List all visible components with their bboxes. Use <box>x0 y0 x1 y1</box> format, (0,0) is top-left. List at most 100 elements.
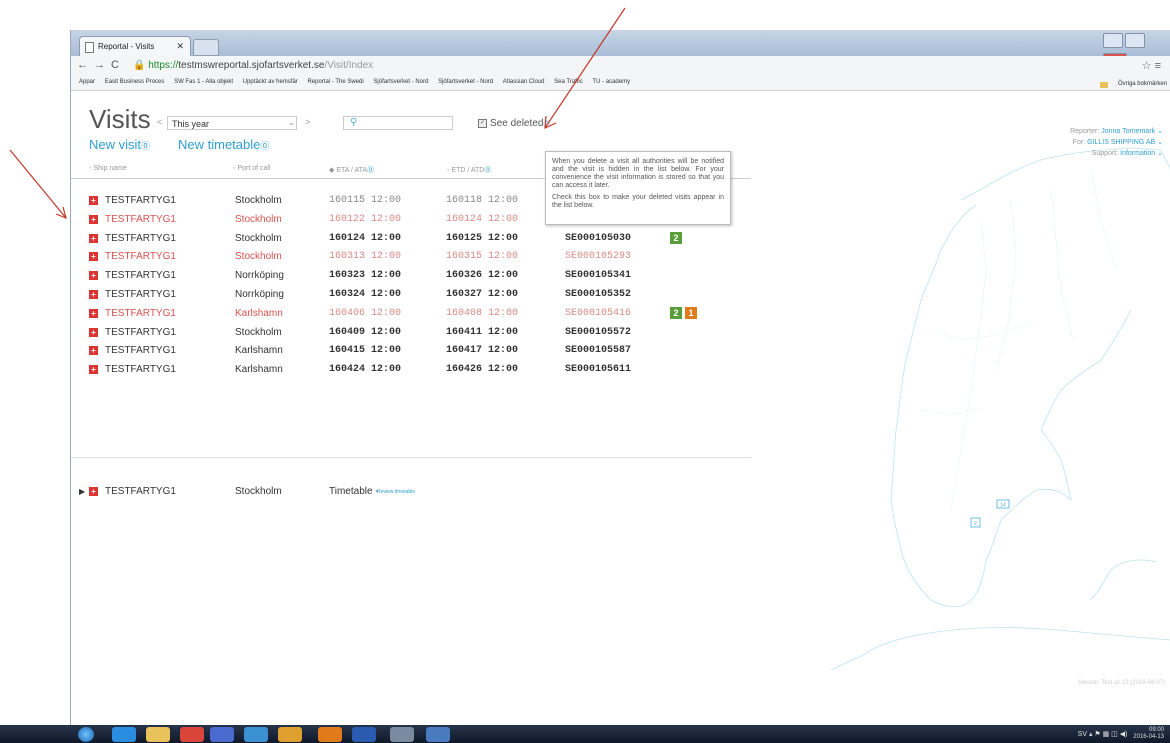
column-header-eta[interactable]: ◆ ETA / ATA⓪ <box>329 165 374 175</box>
tooltip-text: Check this box to make your deleted visi… <box>552 194 724 209</box>
word-icon[interactable] <box>352 727 376 742</box>
bookmark-item[interactable]: Atlassian Cloud <box>503 79 545 85</box>
new-tab-button[interactable] <box>193 39 219 56</box>
bookmark-item[interactable]: TU - academy <box>592 79 630 85</box>
cell-port: Karlshamn <box>235 364 283 376</box>
review-timetable-link[interactable]: Review timetable <box>377 489 415 495</box>
cell-ref: SE000105341 <box>565 270 632 282</box>
table-row[interactable]: + TESTFARTYG1 Norrköping 160324 12:00 160327… <box>87 287 727 305</box>
help-icon[interactable]: ⓪ <box>543 121 550 128</box>
bookmark-item[interactable]: Sea Traffic <box>554 79 583 85</box>
start-button-icon[interactable] <box>78 727 94 742</box>
next-period-icon[interactable]: > <box>305 117 310 127</box>
nav-buttons: ←→C <box>77 59 125 71</box>
column-header-ship[interactable]: ◦ Ship name <box>89 165 127 172</box>
swiss-flag-icon: + <box>89 487 98 496</box>
swiss-flag-icon: + <box>89 308 98 318</box>
search-input[interactable]: ⚲ <box>343 116 453 130</box>
map-marker-label: 2 <box>974 521 977 527</box>
cell-ship: TESTFARTYG1 <box>105 345 176 357</box>
close-tab-icon[interactable]: ✕ <box>176 41 184 52</box>
language-indicator[interactable]: SV <box>1078 731 1087 738</box>
annotation-arrow <box>9 149 67 219</box>
new-timetable-link[interactable]: New timetable⓪ <box>178 137 269 152</box>
chevron-down-icon: ⌄ <box>287 117 295 127</box>
cell-ref: SE000105416 <box>565 307 632 319</box>
prev-period-icon[interactable]: < <box>157 117 162 127</box>
table-row[interactable]: + TESTFARTYG1 Karlshamn 160415 12:00 160417 … <box>87 343 727 361</box>
status-badge[interactable]: 1 <box>685 306 697 319</box>
windows-taskbar: SV ▴ ⚑ ▦ ◫ ◀) 09:00 2016-04-13 <box>0 725 1170 743</box>
table-row[interactable]: + TESTFARTYG1 Norrköping 160323 12:00 160326… <box>87 268 727 286</box>
window-controls <box>1101 33 1165 68</box>
cell-eta: 160313 12:00 <box>329 251 402 263</box>
app-icon[interactable] <box>426 727 450 742</box>
swiss-flag-icon: + <box>89 365 98 375</box>
outlook-icon[interactable] <box>318 727 342 742</box>
table-row[interactable]: + TESTFARTYG1 Karlshamn 160406 12:00 160408 … <box>87 306 727 324</box>
support-menu[interactable]: Information <box>1120 150 1155 157</box>
table-row[interactable]: + TESTFARTYG1 Stockholm 160313 12:00 160315 … <box>87 249 727 267</box>
cell-port: Karlshamn <box>235 345 283 357</box>
status-badge[interactable]: 2 <box>670 231 682 244</box>
see-deleted-toggle[interactable]: ✓ See deleted⓪ <box>478 118 550 129</box>
organization-menu[interactable]: GILLIS SHIPPING AB <box>1087 139 1155 146</box>
back-icon[interactable]: ← <box>77 59 94 71</box>
account-info: Reporter: Jonna Tornemark ⌄ For: GILLIS … <box>1070 128 1163 157</box>
reload-icon[interactable]: C <box>111 59 125 71</box>
chrome-icon[interactable] <box>180 727 204 742</box>
bookmark-item[interactable]: SW Fas 1 - Alla objekt <box>174 79 233 85</box>
period-dropdown[interactable]: This year <box>167 116 297 130</box>
swiss-flag-icon: + <box>89 346 98 356</box>
see-deleted-checkbox[interactable]: ✓ <box>478 118 487 128</box>
cell-etd: 160327 12:00 <box>446 289 519 300</box>
app-icon[interactable] <box>390 727 414 742</box>
timetable-row[interactable]: ▶ + TESTFARTYG1 Stockholm Timetable - Re… <box>79 485 719 501</box>
cell-eta: 160406 12:00 <box>329 307 402 319</box>
app-icon[interactable] <box>278 727 302 742</box>
browser-tab[interactable]: Reportal - Visits ✕ <box>79 36 191 56</box>
swiss-flag-icon: + <box>89 327 98 337</box>
bookmark-item[interactable]: Sjöfartsverket - Nord <box>373 79 428 85</box>
reporter-menu[interactable]: Jonna Tornemark <box>1101 128 1155 135</box>
browser-window: Reportal - Visits ✕ ←→C 🔒 https://testms… <box>70 30 1170 725</box>
cell-eta: 160122 12:00 <box>329 213 402 225</box>
cell-eta: 160409 12:00 <box>329 326 402 338</box>
bookmark-item[interactable]: Easit Business Proces <box>105 79 165 85</box>
bookmark-item[interactable]: Upptäckt av hemsfär <box>243 79 298 85</box>
minimize-button[interactable] <box>1103 33 1123 48</box>
status-badge[interactable]: 2 <box>670 306 682 319</box>
explorer-icon[interactable] <box>146 727 170 742</box>
new-visit-link[interactable]: New visit⓪ <box>89 137 150 152</box>
map-marker-label: 14 <box>1000 503 1006 509</box>
ie-icon[interactable] <box>112 727 136 742</box>
app-icon[interactable] <box>210 727 234 742</box>
cell-port: Stockholm <box>235 326 282 338</box>
maximize-button[interactable] <box>1125 33 1145 48</box>
period-selector: < This year ⌄ > <box>157 116 317 132</box>
cell-ship: TESTFARTYG1 <box>105 289 176 300</box>
bookmark-star-icon[interactable]: ☆ ≡ <box>1142 59 1161 72</box>
table-row[interactable]: + TESTFARTYG1 Karlshamn 160424 12:00 160426 … <box>87 362 727 380</box>
bookmark-item[interactable]: Sjöfartsverket - Nord <box>438 79 493 85</box>
lync-icon[interactable] <box>244 727 268 742</box>
cell-port: Stockholm <box>235 213 282 225</box>
bookmark-item[interactable]: Appar <box>79 79 95 85</box>
cell-ref: SE000105293 <box>565 251 632 263</box>
table-row[interactable]: + TESTFARTYG1 Stockholm 160124 12:00 160125 … <box>87 231 727 249</box>
column-header-port[interactable]: ◦ Port of call <box>233 165 271 172</box>
swiss-flag-icon: + <box>89 196 98 205</box>
forward-icon[interactable]: → <box>94 59 111 71</box>
cell-eta: 160124 12:00 <box>329 232 402 244</box>
table-row[interactable]: + TESTFARTYG1 Stockholm 160409 12:00 160411 … <box>87 325 727 343</box>
swiss-flag-icon: + <box>89 271 98 281</box>
column-header-etd[interactable]: ◦ ETD / ATD⓪ <box>447 165 491 175</box>
cell-etd: 160411 12:00 <box>446 326 519 338</box>
expand-triangle-icon[interactable]: ▶ <box>79 487 85 496</box>
cell-etd: 160426 12:00 <box>446 364 519 376</box>
other-bookmarks[interactable]: Övriga bokmärken <box>1092 78 1167 88</box>
clock-time[interactable]: 09:00 <box>1149 727 1164 733</box>
cell-ship: TESTFARTYG1 <box>105 270 176 282</box>
bookmark-item[interactable]: Reportal - The Swedi <box>307 79 363 85</box>
url-field[interactable]: 🔒 https://testmswreportal.sjofartsverket… <box>133 60 373 71</box>
